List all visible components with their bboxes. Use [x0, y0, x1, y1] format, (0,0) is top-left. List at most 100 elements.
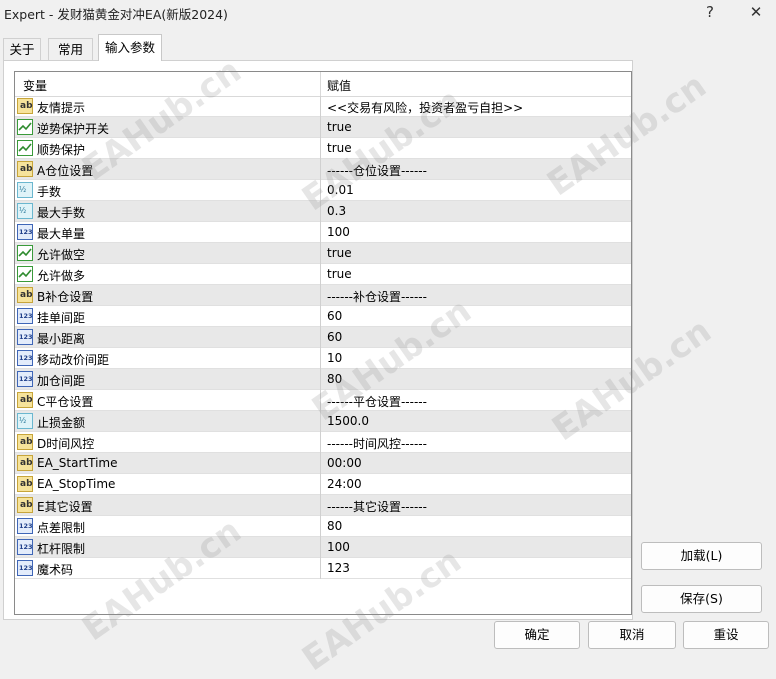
bool-icon	[17, 245, 33, 261]
parameter-name: EA_StopTime	[37, 477, 116, 491]
parameter-value[interactable]: ------补仓设置------	[327, 288, 427, 305]
parameter-row[interactable]: 允许做空 true	[15, 243, 631, 264]
help-button[interactable]: ?	[696, 2, 724, 22]
save-button[interactable]: 保存(S)	[641, 585, 762, 613]
parameter-row[interactable]: ab EA_StartTime 00:00	[15, 453, 631, 474]
double-icon: ½	[17, 182, 33, 198]
parameter-value[interactable]: 10	[327, 351, 342, 365]
parameter-row[interactable]: 123 杠杆限制 100	[15, 537, 631, 558]
parameter-row[interactable]: ab D时间风控 ------时间风控------	[15, 432, 631, 453]
parameter-row[interactable]: 逆势保护开关 true	[15, 117, 631, 138]
parameter-value[interactable]: 0.3	[327, 204, 346, 218]
parameter-value[interactable]: ------其它设置------	[327, 498, 427, 515]
parameter-value[interactable]: 60	[327, 309, 342, 323]
string-icon-glyph: ab	[20, 101, 33, 111]
parameter-row[interactable]: 123 加仓间距 80	[15, 369, 631, 390]
parameter-value[interactable]: 0.01	[327, 183, 354, 197]
parameter-row[interactable]: ab B补仓设置 ------补仓设置------	[15, 285, 631, 306]
parameter-value[interactable]: ------时间风控------	[327, 435, 427, 452]
parameter-value[interactable]: 123	[327, 561, 350, 575]
parameter-value[interactable]: <<交易有风险，投资者盈亏自担>>	[327, 99, 523, 116]
parameter-value[interactable]: ------仓位设置------	[327, 162, 427, 179]
column-header-name[interactable]: 变量	[23, 77, 47, 94]
parameter-value[interactable]: true	[327, 141, 352, 155]
tab-about[interactable]: 关于	[3, 38, 41, 60]
parameter-row[interactable]: ab EA_StopTime 24:00	[15, 474, 631, 495]
parameter-row[interactable]: ab 友情提示 <<交易有风险，投资者盈亏自担>>	[15, 96, 631, 117]
int-icon-glyph: 123	[19, 522, 33, 530]
cancel-button[interactable]: 取消	[588, 621, 676, 649]
int-icon-glyph: 123	[19, 564, 33, 572]
parameter-value[interactable]: 80	[327, 519, 342, 533]
parameter-value[interactable]: 80	[327, 372, 342, 386]
parameter-name: 允许做空	[37, 248, 86, 262]
string-icon: ab	[17, 497, 33, 513]
parameter-name: A仓位设置	[37, 164, 94, 178]
parameter-value[interactable]: ------平仓设置------	[327, 393, 427, 410]
parameter-value[interactable]: true	[327, 267, 352, 281]
string-icon-glyph: ab	[20, 458, 33, 468]
window-title: Expert - 发财猫黄金对冲EA(新版2024)	[4, 7, 228, 22]
title-bar: Expert - 发财猫黄金对冲EA(新版2024) ? ✕	[0, 0, 776, 24]
parameter-value[interactable]: 00:00	[327, 456, 362, 470]
parameter-value[interactable]: 100	[327, 540, 350, 554]
cell-divider	[320, 474, 321, 495]
cell-divider	[320, 222, 321, 243]
tab-common[interactable]: 常用	[48, 38, 93, 60]
cell-divider	[320, 558, 321, 579]
parameter-row[interactable]: 123 移动改价间距 10	[15, 348, 631, 369]
parameter-row[interactable]: 顺势保护 true	[15, 138, 631, 159]
parameter-row[interactable]: ab E其它设置 ------其它设置------	[15, 495, 631, 516]
parameter-row[interactable]: 123 魔术码 123	[15, 558, 631, 579]
parameter-name: 友情提示	[37, 101, 86, 115]
parameter-row[interactable]: ½ 最大手数 0.3	[15, 201, 631, 222]
parameter-value[interactable]: 60	[327, 330, 342, 344]
cell-divider	[320, 390, 321, 411]
parameters-grid: 变量 赋值 ab 友情提示 <<交易有风险，投资者盈亏自担>> 逆势保护开关 true 顺…	[14, 71, 632, 615]
parameter-name: 点差限制	[37, 521, 86, 535]
int-icon-glyph: 123	[19, 228, 33, 236]
string-icon: ab	[17, 476, 33, 492]
cell-divider	[320, 117, 321, 138]
grid-rows: ab 友情提示 <<交易有风险，投资者盈亏自担>> 逆势保护开关 true 顺势保护 tru…	[15, 96, 631, 579]
cell-divider	[320, 432, 321, 453]
string-icon: ab	[17, 161, 33, 177]
int-icon: 123	[17, 350, 33, 366]
parameter-row[interactable]: ab A仓位设置 ------仓位设置------	[15, 159, 631, 180]
column-divider[interactable]	[320, 72, 321, 96]
parameter-row[interactable]: 123 挂单间距 60	[15, 306, 631, 327]
parameter-row[interactable]: 允许做多 true	[15, 264, 631, 285]
parameter-row[interactable]: ½ 手数 0.01	[15, 180, 631, 201]
parameter-row[interactable]: ab C平仓设置 ------平仓设置------	[15, 390, 631, 411]
parameter-value[interactable]: 100	[327, 225, 350, 239]
string-icon: ab	[17, 287, 33, 303]
cell-divider	[320, 306, 321, 327]
parameter-value[interactable]: true	[327, 120, 352, 134]
ok-button[interactable]: 确定	[494, 621, 580, 649]
parameter-name: B补仓设置	[37, 290, 94, 304]
cell-divider	[320, 243, 321, 264]
double-icon: ½	[17, 203, 33, 219]
tab-inputs[interactable]: 输入参数	[98, 34, 162, 61]
column-header-value[interactable]: 赋值	[327, 77, 351, 94]
string-icon: ab	[17, 434, 33, 450]
parameter-name: D时间风控	[37, 437, 95, 451]
cell-divider	[320, 201, 321, 222]
load-button[interactable]: 加载(L)	[641, 542, 762, 570]
parameter-value[interactable]: true	[327, 246, 352, 260]
parameter-row[interactable]: 123 点差限制 80	[15, 516, 631, 537]
cell-divider	[320, 159, 321, 180]
cell-divider	[320, 453, 321, 474]
parameter-value[interactable]: 24:00	[327, 477, 362, 491]
parameter-row[interactable]: ½ 止损金额 1500.0	[15, 411, 631, 432]
parameter-row[interactable]: 123 最大单量 100	[15, 222, 631, 243]
reset-button[interactable]: 重设	[683, 621, 769, 649]
close-button[interactable]: ✕	[742, 2, 770, 22]
parameter-row[interactable]: 123 最小距离 60	[15, 327, 631, 348]
int-icon-glyph: 123	[19, 375, 33, 383]
parameter-value[interactable]: 1500.0	[327, 414, 369, 428]
double-icon-glyph: ½	[19, 185, 27, 194]
cell-divider	[320, 369, 321, 390]
int-icon-glyph: 123	[19, 354, 33, 362]
bool-icon	[17, 266, 33, 282]
